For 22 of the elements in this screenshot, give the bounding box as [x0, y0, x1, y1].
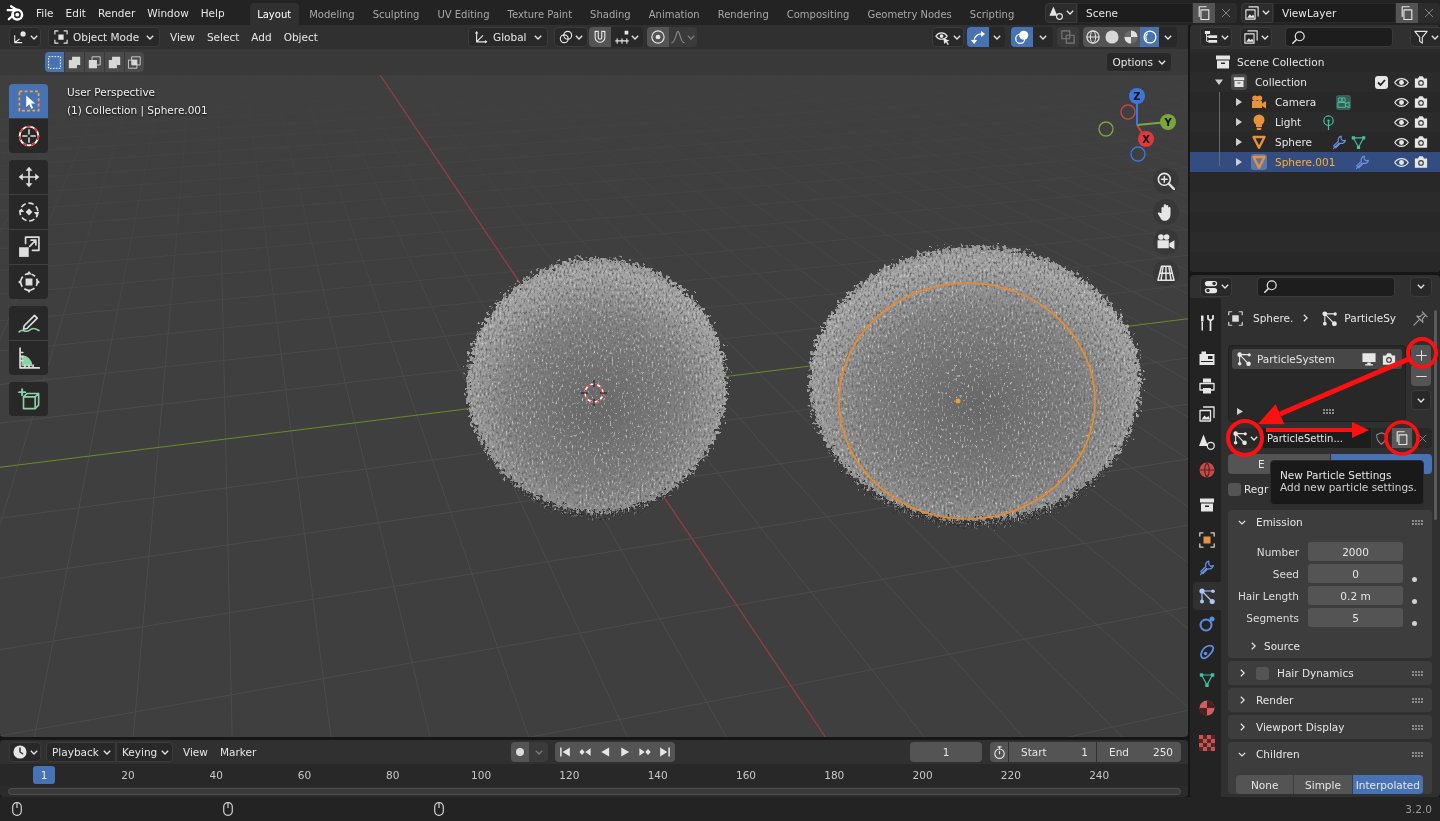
frame-number: 120 — [558, 769, 581, 781]
frame-number: 180 — [823, 769, 846, 781]
frame-number: 240 — [1088, 769, 1111, 781]
frame-number: 80 — [385, 769, 401, 781]
frame-number: 40 — [208, 769, 224, 781]
field-label: Segments — [1245, 611, 1299, 624]
checkbox-label: Regr — [1244, 483, 1269, 495]
frame-number: 140 — [646, 769, 669, 781]
viewport-info-text: User Perspective — [67, 85, 157, 100]
frame-number: 60 — [296, 769, 313, 781]
field-label: Seed — [1271, 567, 1299, 580]
field-label: Number — [1255, 545, 1299, 558]
field-label: Hair Length — [1236, 589, 1299, 602]
frame-number: 200 — [911, 769, 934, 781]
frame-number: 20 — [120, 769, 136, 781]
tooltip-text: Add new particle settings. — [1280, 481, 1414, 493]
version-text: 3.2.0 — [1405, 803, 1432, 815]
frame-number: 220 — [999, 769, 1022, 781]
frame-number: 100 — [470, 769, 493, 781]
frame-number: 160 — [734, 769, 757, 781]
viewport-info-text: (1) Collection | Sphere.001 — [67, 103, 208, 119]
tooltip-title: New Particle Settings — [1280, 469, 1393, 481]
